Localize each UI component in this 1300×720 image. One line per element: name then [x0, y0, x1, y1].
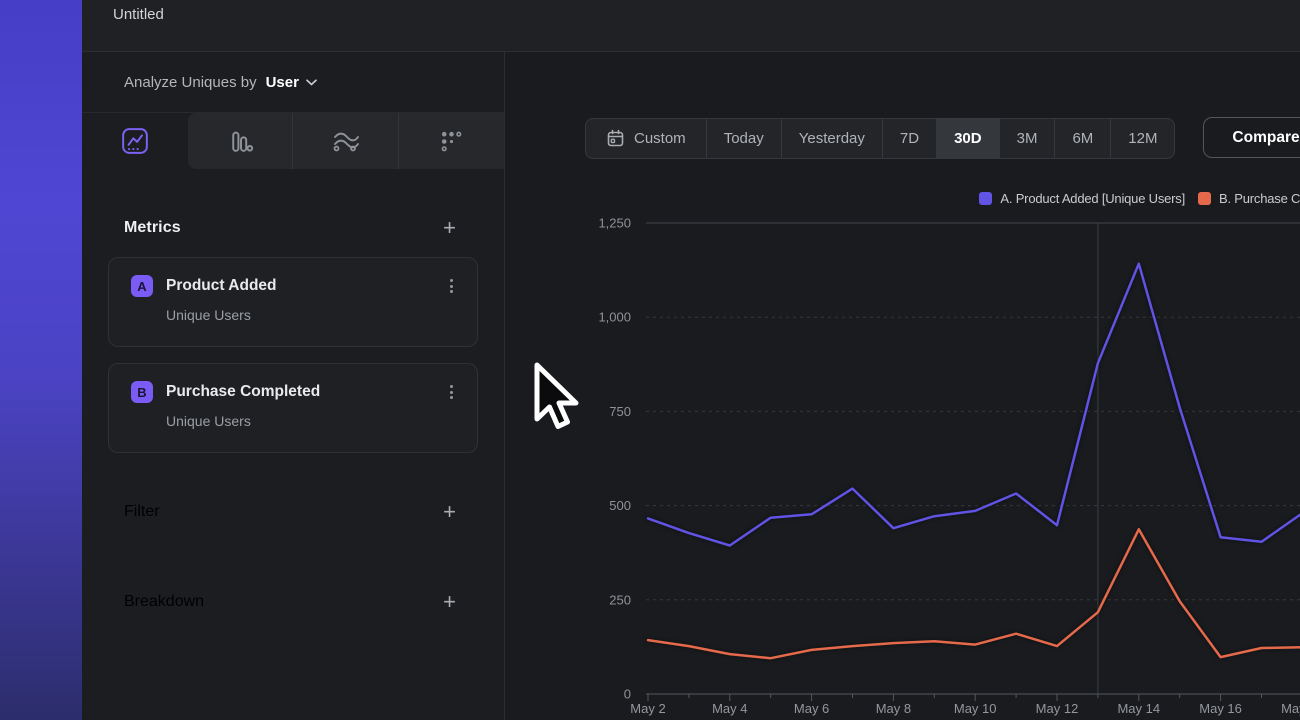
add-breakdown-button[interactable]: + — [443, 592, 456, 612]
range-today-button[interactable]: Today — [706, 119, 781, 158]
analyze-uniques-row: Analyze Uniques by User — [82, 52, 504, 113]
legend-item-b[interactable]: B. Purchase Completed [Unique Users] — [1198, 191, 1300, 206]
workspace-gradient-strip — [0, 0, 82, 720]
series-line-b — [648, 529, 1300, 658]
x-axis-label: May 10 — [954, 701, 997, 716]
query-sidebar: Analyze Uniques by User — [82, 52, 505, 720]
y-axis-label: 750 — [609, 404, 631, 419]
chart-panel: Custom Today Yesterday 7D 30D 3M 6M 12M … — [506, 52, 1300, 720]
analyze-by-dropdown[interactable]: User — [266, 74, 299, 91]
metrics-heading: Metrics — [124, 219, 181, 237]
x-axis-label: May 12 — [1036, 701, 1079, 716]
range-label: Custom — [634, 130, 686, 147]
compare-button[interactable]: Compare — [1203, 117, 1300, 158]
add-metric-button[interactable]: + — [443, 218, 456, 238]
y-axis-label: 500 — [609, 498, 631, 513]
tab-line-chart-selected[interactable] — [82, 113, 188, 169]
metrics-header-row: Metrics + — [82, 216, 504, 240]
tab-bar-chart[interactable] — [188, 113, 292, 169]
tab-retention[interactable] — [398, 113, 504, 169]
range-yesterday-button[interactable]: Yesterday — [781, 119, 882, 158]
y-axis-label: 0 — [624, 687, 631, 702]
metric-name[interactable]: Purchase Completed — [166, 383, 320, 401]
kebab-menu-icon[interactable] — [448, 381, 455, 403]
metric-card-b-row: B Purchase Completed — [131, 381, 455, 403]
line-chart-icon — [121, 127, 149, 155]
filter-section-row: Filter + — [82, 500, 504, 524]
legend-label: B. Purchase Completed [Unique Users] — [1219, 191, 1300, 206]
range-7d-button[interactable]: 7D — [882, 119, 936, 158]
flows-icon — [331, 128, 361, 154]
metric-measurement[interactable]: Unique Users — [166, 307, 455, 323]
range-custom-button[interactable]: Custom — [586, 119, 706, 158]
analyze-uniques-label: Analyze Uniques by — [124, 74, 257, 91]
y-axis-label: 1,000 — [598, 310, 631, 325]
legend-swatch-purple — [979, 192, 992, 205]
metric-measurement[interactable]: Unique Users — [166, 413, 455, 429]
legend-swatch-orange — [1198, 192, 1211, 205]
breakdown-heading: Breakdown — [124, 593, 204, 611]
tab-flows[interactable] — [292, 113, 398, 169]
report-title[interactable]: Untitled — [113, 6, 164, 23]
x-axis-label: May 14 — [1117, 701, 1160, 716]
add-filter-button[interactable]: + — [443, 502, 456, 522]
date-range-group: Custom Today Yesterday 7D 30D 3M 6M 12M — [585, 118, 1175, 159]
breakdown-section-row: Breakdown + — [82, 590, 504, 614]
topbar: Untitled — [82, 0, 1300, 52]
calendar-icon — [606, 129, 625, 148]
range-12m-button[interactable]: 12M — [1110, 119, 1174, 158]
x-axis-label: May 6 — [794, 701, 829, 716]
legend-label: A. Product Added [Unique Users] — [1000, 191, 1185, 206]
metric-card-a[interactable]: A Product Added Unique Users — [108, 257, 478, 347]
x-axis-label: May 4 — [712, 701, 747, 716]
app-window: { "window": { "title": "Untitled" }, "si… — [0, 0, 1300, 720]
metric-card-a-row: A Product Added — [131, 275, 455, 297]
y-axis-label: 1,250 — [598, 216, 631, 231]
metric-badge-b: B — [131, 381, 153, 403]
dots-grid-icon — [439, 129, 464, 154]
y-axis-label: 250 — [609, 592, 631, 607]
filter-heading: Filter — [124, 503, 160, 521]
metric-badge-a: A — [131, 275, 153, 297]
series-line-a — [648, 264, 1300, 546]
visualization-tabs — [82, 113, 504, 170]
legend-item-a[interactable]: A. Product Added [Unique Users] — [979, 191, 1185, 206]
x-axis-label: May 8 — [876, 701, 911, 716]
x-axis-label: May 18 — [1281, 701, 1300, 716]
kebab-menu-icon[interactable] — [448, 275, 455, 297]
range-3m-button[interactable]: 3M — [999, 119, 1055, 158]
range-6m-button[interactable]: 6M — [1054, 119, 1110, 158]
metric-name[interactable]: Product Added — [166, 277, 277, 295]
chevron-down-icon[interactable] — [306, 79, 317, 86]
metric-card-b[interactable]: B Purchase Completed Unique Users — [108, 363, 478, 453]
x-axis-label: May 2 — [630, 701, 665, 716]
line-chart[interactable]: 0 250 500 750 1,000 1,250 May 2 May 4 May 6 May 8… — [561, 210, 1300, 720]
bar-chart-icon — [227, 128, 254, 155]
x-axis-label: May 16 — [1199, 701, 1242, 716]
range-30d-button-active[interactable]: 30D — [936, 119, 999, 158]
